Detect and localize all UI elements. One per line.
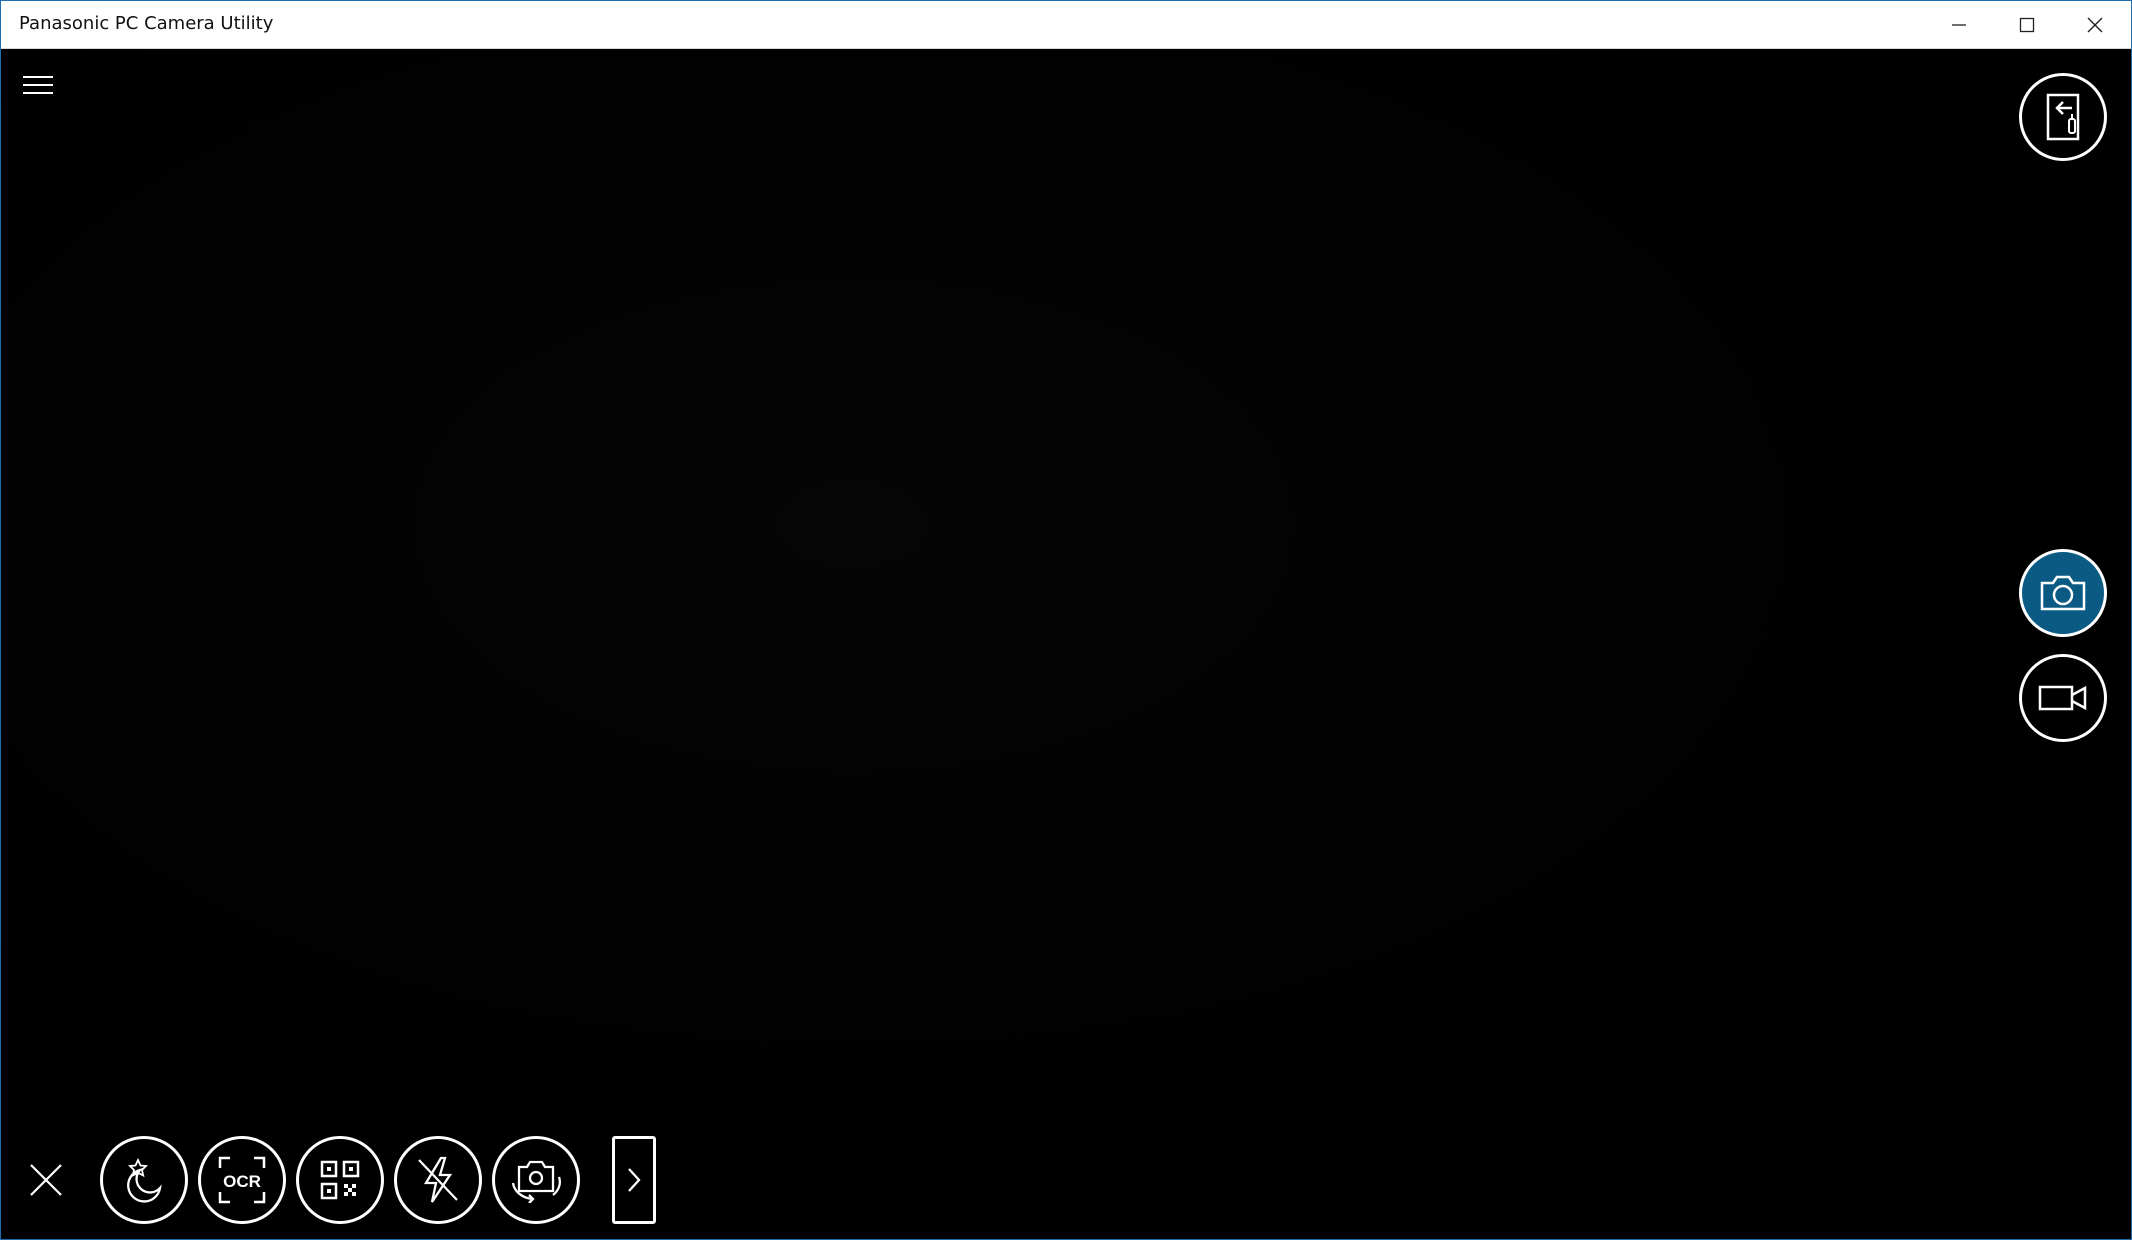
hamburger-icon <box>23 76 53 94</box>
close-icon <box>30 1164 62 1196</box>
maximize-button[interactable] <box>1993 1 2061 48</box>
ocr-label: OCR <box>223 1172 261 1191</box>
app-window: Panasonic PC Camera Utility OCR <box>0 0 2132 1240</box>
ocr-button[interactable]: OCR <box>198 1136 286 1224</box>
chevron-right-icon <box>628 1168 641 1192</box>
camera-preview <box>1 49 2131 1239</box>
camera-icon <box>2040 575 2086 611</box>
title-bar: Panasonic PC Camera Utility <box>1 1 2131 49</box>
qr-code-icon <box>320 1160 360 1200</box>
qr-code-button[interactable] <box>296 1136 384 1224</box>
close-button[interactable] <box>2061 1 2129 48</box>
exit-panel-button[interactable] <box>2019 73 2107 161</box>
photo-mode-button[interactable] <box>2019 549 2107 637</box>
video-camera-icon <box>2038 685 2087 711</box>
close-toolbar-button[interactable] <box>27 1161 65 1199</box>
night-mode-button[interactable] <box>100 1136 188 1224</box>
close-icon <box>2087 17 2103 32</box>
minimize-button[interactable] <box>1925 1 1993 48</box>
video-mode-button[interactable] <box>2019 654 2107 742</box>
flash-off-icon <box>418 1156 458 1203</box>
moon-star-icon <box>127 1157 162 1203</box>
window-title: Panasonic PC Camera Utility <box>19 13 274 34</box>
expand-toolbar-button[interactable] <box>612 1136 656 1224</box>
menu-button[interactable] <box>21 69 55 103</box>
minimize-icon <box>1952 23 1966 26</box>
maximize-icon <box>2019 17 2035 32</box>
switch-camera-icon <box>511 1160 561 1203</box>
switch-camera-button[interactable] <box>492 1136 580 1224</box>
exit-panel-icon <box>2046 93 2080 141</box>
ocr-icon: OCR <box>218 1156 266 1204</box>
flash-off-button[interactable] <box>394 1136 482 1224</box>
